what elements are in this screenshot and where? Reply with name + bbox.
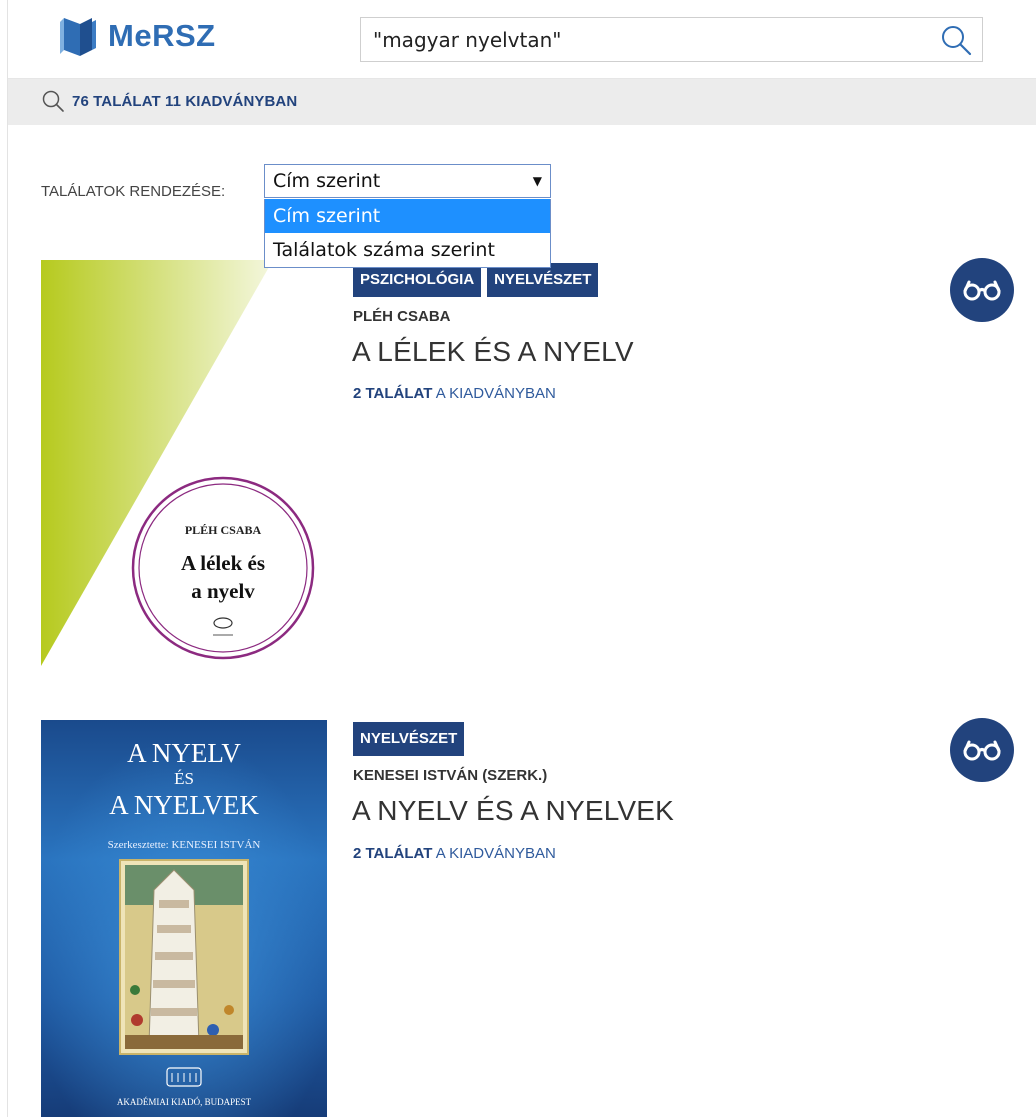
hits-count: 2 TALÁLAT: [353, 385, 433, 402]
book-cover[interactable]: PLÉH CSABA A lélek és a nyelv: [41, 260, 321, 666]
cover-title-line2: a nyelv: [191, 579, 255, 603]
results-count: 76 TALÁLAT 11 KIADVÁNYBAN: [72, 93, 298, 110]
results-summary-bar: 76 TALÁLAT 11 KIADVÁNYBAN: [8, 79, 1036, 125]
sort-option-title[interactable]: Cím szerint: [265, 199, 550, 233]
sort-dropdown-list: Cím szerint Találatok száma szerint: [264, 199, 551, 268]
search-input[interactable]: [373, 18, 913, 61]
logo-text: MeRSZ: [108, 18, 216, 53]
cover-publisher: AKADÉMIAI KIADÓ, BUDAPEST: [117, 1097, 252, 1107]
tag-nyelveszet[interactable]: NYELVÉSZET: [487, 263, 599, 297]
cover-title-line1: A lélek és: [181, 551, 265, 575]
tag-list: NYELVÉSZET: [353, 722, 465, 756]
glasses-icon: [963, 740, 1001, 761]
result-author[interactable]: PLÉH CSABA: [353, 308, 451, 325]
hits-suffix: A KIADVÁNYBAN: [432, 385, 556, 402]
page-border: [7, 0, 8, 1117]
cover-title-line2: ÉS: [174, 769, 194, 788]
sort-select[interactable]: Cím szerint ▼: [264, 164, 551, 198]
result-hits-link[interactable]: 2 TALÁLAT A KIADVÁNYBAN: [353, 385, 556, 402]
book-logo-icon: [60, 18, 96, 56]
cover-title-line1: A NYELV: [127, 738, 241, 768]
header: MeRSZ: [8, 0, 1036, 79]
search-icon[interactable]: [938, 22, 974, 58]
tag-list: PSZICHOLÓGIA NYELVÉSZET: [353, 263, 599, 297]
search-box: [360, 17, 983, 62]
book-cover[interactable]: A NYELV ÉS A NYELVEK Szerkesztette: KENE…: [41, 720, 327, 1117]
logo[interactable]: MeRSZ: [58, 14, 216, 58]
sort-option-hits[interactable]: Találatok száma szerint: [265, 233, 550, 267]
glasses-icon: [963, 280, 1001, 301]
sort-label: TALÁLATOK RENDEZÉSE:: [41, 183, 226, 200]
cover-editor: Szerkesztette: KENESEI ISTVÁN: [108, 839, 261, 851]
result-title[interactable]: A LÉLEK ÉS A NYELV: [352, 336, 634, 368]
search-icon: [42, 90, 64, 112]
dropdown-arrow-icon: ▼: [532, 174, 542, 188]
hits-count: 2 TALÁLAT: [353, 845, 433, 862]
result-title[interactable]: A NYELV ÉS A NYELVEK: [352, 795, 674, 827]
cover-title-line3: A NYELVEK: [109, 790, 259, 820]
tag-nyelveszet[interactable]: NYELVÉSZET: [353, 722, 465, 756]
sort-selected-value: Cím szerint: [273, 170, 381, 192]
read-button[interactable]: [950, 258, 1014, 322]
result-author[interactable]: KENESEI ISTVÁN (SZERK.): [353, 767, 547, 784]
cover-author: PLÉH CSABA: [185, 523, 262, 537]
read-button[interactable]: [950, 718, 1014, 782]
result-hits-link[interactable]: 2 TALÁLAT A KIADVÁNYBAN: [353, 845, 556, 862]
hits-suffix: A KIADVÁNYBAN: [432, 845, 556, 862]
tag-pszichologia[interactable]: PSZICHOLÓGIA: [353, 263, 482, 297]
